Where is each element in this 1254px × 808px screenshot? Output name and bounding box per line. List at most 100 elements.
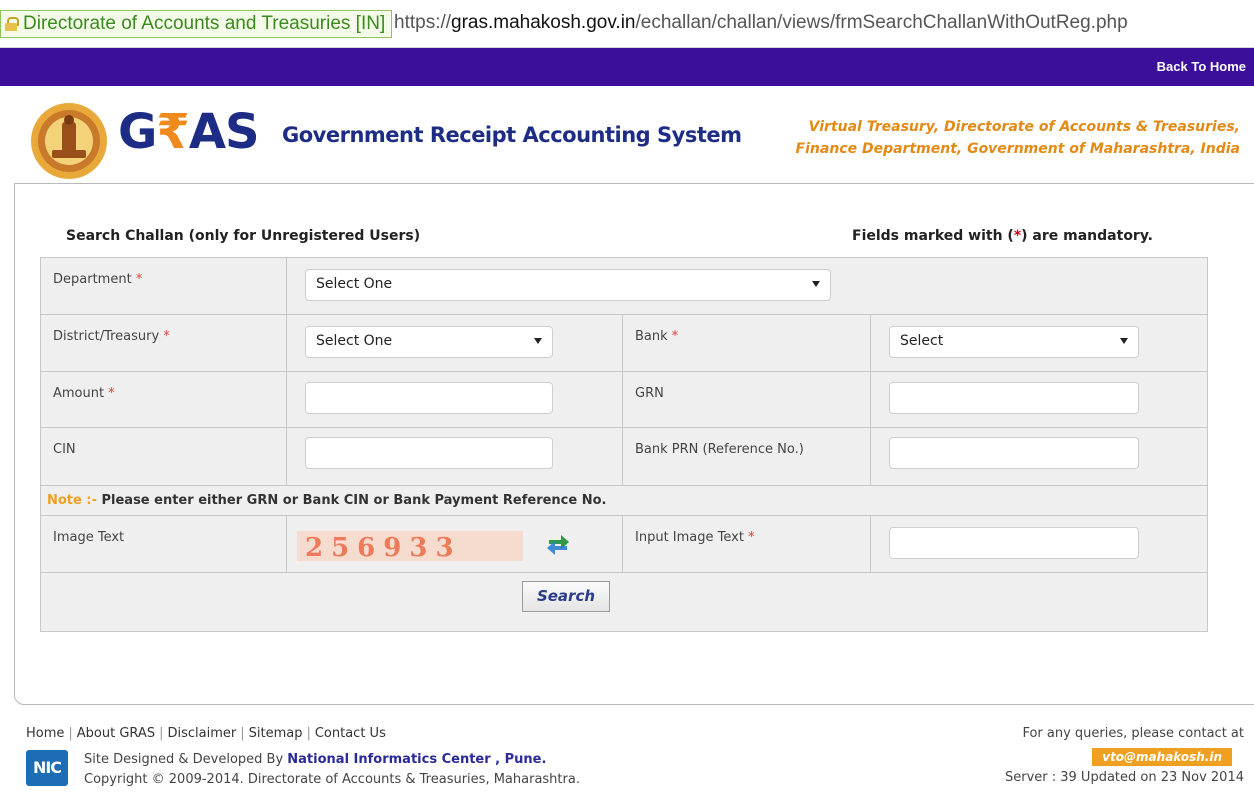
footer-link-home[interactable]: Home (26, 726, 64, 741)
bank-prn-label-cell: Bank PRN (Reference No.) (623, 428, 871, 485)
required-star: * (108, 386, 115, 401)
department-label-text: Department (53, 272, 132, 287)
amount-field-cell (287, 372, 623, 428)
footer-links: Home | About GRAS | Disclaimer | Sitemap | Conta… (26, 726, 386, 741)
search-form: Department * Select One District/Treasur… (40, 257, 1208, 632)
maharashtra-emblem-icon (31, 103, 107, 179)
caret-down-icon (534, 338, 542, 344)
caret-down-icon (1120, 338, 1128, 344)
image-text-label-cell: Image Text (41, 516, 287, 573)
bank-label-cell: Bank * (623, 315, 871, 372)
top-nav-bar: Back To Home (0, 48, 1254, 86)
input-image-text-input[interactable] (889, 527, 1139, 559)
footer-separator: | (240, 726, 245, 741)
nic-logo-text: NIC (32, 758, 62, 777)
footer-separator: | (159, 726, 164, 741)
grn-field-cell (871, 372, 1207, 428)
district-field-cell: Select One (287, 315, 623, 372)
mandatory-suffix: ) are mandatory. (1021, 228, 1153, 244)
cin-label: CIN (53, 442, 76, 457)
bank-field-cell: Select (871, 315, 1207, 372)
browser-address-bar: Directorate of Accounts and Treasuries [… (0, 0, 1254, 48)
department-select[interactable]: Select One (305, 269, 831, 301)
input-image-text-label: Input Image Text * (635, 530, 755, 545)
grn-input[interactable] (889, 382, 1139, 414)
input-image-text-label-cell: Input Image Text * (623, 516, 871, 573)
captcha-digits: 256933 (305, 533, 462, 563)
gras-logo: G₹AS (118, 104, 260, 160)
logo-subtitle: Government Receipt Accounting System (282, 123, 742, 147)
bank-label-text: Bank (635, 329, 668, 344)
district-label-cell: District/Treasury * (41, 315, 287, 372)
refresh-captcha-icon[interactable] (543, 528, 573, 558)
input-image-text-label-text: Input Image Text (635, 530, 744, 545)
tagline-line2: Finance Department, Government of Mahara… (795, 141, 1240, 157)
mandatory-note: Fields marked with (*) are mandatory. (852, 228, 1153, 244)
footer-link-about[interactable]: About GRAS (77, 726, 155, 741)
copyright: Copyright © 2009-2014. Directorate of Ac… (84, 772, 580, 787)
back-to-home-link[interactable]: Back To Home (1157, 59, 1246, 74)
logo-as: AS (188, 104, 260, 160)
nic-logo: NIC (26, 750, 68, 786)
district-select[interactable]: Select One (305, 326, 553, 358)
district-selected: Select One (316, 333, 393, 349)
bank-select[interactable]: Select (889, 326, 1139, 358)
input-image-text-field-cell (871, 516, 1207, 573)
header-tagline: Virtual Treasury, Directorate of Account… (796, 116, 1240, 160)
footer-link-sitemap[interactable]: Sitemap (249, 726, 303, 741)
form-title: Search Challan (only for Unregistered Us… (66, 228, 421, 244)
captcha-image: 256933 (297, 531, 523, 563)
grn-label-cell: GRN (623, 372, 871, 428)
bank-label: Bank * (635, 329, 678, 344)
image-text-label: Image Text (53, 530, 125, 545)
note-text: Note :- Please enter either GRN or Bank … (47, 493, 606, 508)
site-identity-text: Directorate of Accounts and Treasuries [… (23, 13, 386, 34)
required-star: * (163, 329, 170, 344)
amount-label-cell: Amount * (41, 372, 287, 428)
bank-prn-field-cell (871, 428, 1207, 485)
cin-field-cell (287, 428, 623, 485)
required-star: * (748, 530, 755, 545)
department-selected: Select One (316, 276, 393, 292)
footer-link-contact[interactable]: Contact Us (315, 726, 386, 741)
required-star: * (671, 329, 679, 344)
bank-selected: Select (900, 333, 944, 349)
mandatory-prefix: Fields marked with ( (852, 228, 1014, 244)
footer-link-disclaimer[interactable]: Disclaimer (167, 726, 236, 741)
required-star: * (135, 272, 143, 287)
url-field[interactable]: https://gras.mahakosh.gov.in/echallan/ch… (394, 12, 1128, 34)
url-host: gras.mahakosh.gov.in (451, 12, 636, 33)
department-label: Department * (53, 272, 142, 287)
district-label-text: District/Treasury (53, 329, 160, 344)
cin-input[interactable] (305, 437, 553, 469)
url-path: /echallan/challan/views/frmSearchChallan… (635, 12, 1128, 33)
amount-label: Amount * (53, 386, 115, 401)
department-label-cell: Department * (41, 258, 287, 315)
cin-label-cell: CIN (41, 428, 287, 485)
caret-down-icon (812, 281, 820, 287)
note-label: Note :- (47, 493, 97, 508)
designed-by: Site Designed & Developed By National In… (84, 752, 546, 767)
bank-prn-input[interactable] (889, 437, 1139, 469)
lock-icon (5, 17, 19, 31)
bank-prn-label: Bank PRN (Reference No.) (635, 442, 804, 457)
contact-email-link[interactable]: vto@mahakosh.in (1092, 748, 1232, 766)
search-button[interactable]: Search (522, 581, 610, 612)
site-header: G₹AS Government Receipt Accounting Syste… (0, 86, 1254, 190)
logo-g: G (118, 104, 157, 160)
site-identity-badge[interactable]: Directorate of Accounts and Treasuries [… (0, 10, 393, 38)
amount-input[interactable] (305, 382, 553, 414)
designed-org-link[interactable]: National Informatics Center , Pune. (287, 752, 546, 767)
url-prefix: https:// (394, 12, 452, 33)
note-body: Please enter either GRN or Bank CIN or B… (96, 493, 607, 508)
footer-separator: | (68, 726, 73, 741)
grn-label: GRN (635, 386, 664, 401)
contact-text: For any queries, please contact at (1022, 726, 1244, 741)
tagline-line1: Virtual Treasury, Directorate of Account… (808, 119, 1240, 135)
logo-rupee: ₹ (156, 104, 189, 160)
department-field-cell: Select One (287, 258, 1207, 315)
district-label: District/Treasury * (53, 329, 170, 344)
designed-prefix: Site Designed & Developed By (84, 752, 288, 767)
footer-separator: | (306, 726, 311, 741)
note-row: Note :- Please enter either GRN or Bank … (41, 485, 1207, 516)
